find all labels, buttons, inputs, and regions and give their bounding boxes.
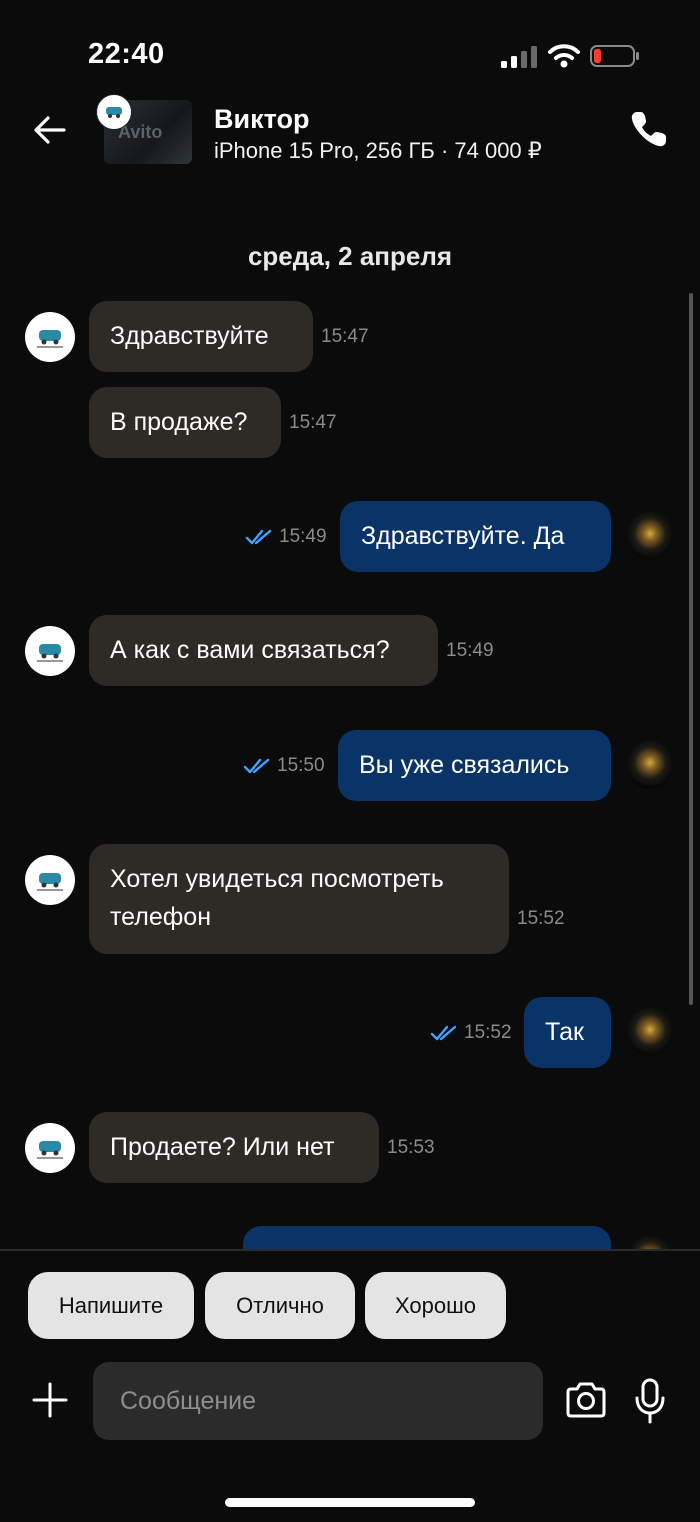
attach-plus-icon[interactable] bbox=[30, 1380, 70, 1420]
message-time: 15:52 bbox=[517, 908, 565, 929]
double-check-read-icon bbox=[430, 1025, 457, 1041]
double-check-read-icon bbox=[243, 758, 270, 774]
battery-icon bbox=[590, 45, 639, 67]
message-bubble[interactable]: А как с вами связаться? bbox=[89, 615, 438, 686]
cellular-signal-icon bbox=[501, 46, 537, 68]
sender-avatar[interactable] bbox=[25, 312, 75, 362]
message-text-line: Хотел увидеться посмотреть bbox=[110, 865, 444, 893]
car-logo-icon bbox=[106, 107, 122, 118]
contact-avatar[interactable] bbox=[96, 94, 132, 130]
my-avatar[interactable] bbox=[626, 512, 674, 560]
status-bar: 22:40 bbox=[0, 0, 700, 90]
chat-header: Avito Виктор iPhone 15 Pro, 256 ГБ · 74 … bbox=[0, 90, 700, 175]
double-check-read-icon bbox=[245, 529, 272, 545]
phone-call-icon[interactable] bbox=[628, 108, 670, 150]
quick-reply-chip[interactable]: Хорошо bbox=[365, 1272, 506, 1339]
listing-title[interactable]: iPhone 15 Pro, 256 ГБ · 74 000 ₽ bbox=[214, 138, 542, 164]
home-indicator[interactable] bbox=[225, 1498, 475, 1507]
my-avatar[interactable] bbox=[626, 1236, 674, 1249]
contact-name[interactable]: Виктор bbox=[214, 104, 309, 135]
message-bubble[interactable]: В продаже? bbox=[89, 387, 281, 458]
sender-avatar[interactable] bbox=[25, 855, 75, 905]
car-logo-icon bbox=[37, 330, 63, 348]
back-arrow-icon[interactable] bbox=[30, 110, 70, 150]
message-time: 15:47 bbox=[289, 412, 337, 433]
quick-reply-chip[interactable]: Напишите bbox=[28, 1272, 194, 1339]
message-text-line: телефон bbox=[110, 903, 212, 931]
car-logo-icon bbox=[37, 644, 63, 662]
message-time: 15:47 bbox=[321, 326, 369, 347]
car-logo-icon bbox=[37, 1141, 63, 1159]
my-avatar[interactable] bbox=[626, 1008, 674, 1056]
status-time: 22:40 bbox=[88, 38, 165, 70]
message-time: 15:49 bbox=[279, 526, 327, 547]
message-input[interactable] bbox=[93, 1362, 543, 1440]
message-time: 15:53 bbox=[387, 1137, 435, 1158]
message-bubble[interactable]: Здравствуйте. Да bbox=[340, 501, 611, 572]
camera-icon[interactable] bbox=[564, 1380, 608, 1420]
composer-divider bbox=[0, 1249, 700, 1251]
microphone-icon[interactable] bbox=[634, 1378, 666, 1424]
sender-avatar[interactable] bbox=[25, 626, 75, 676]
my-avatar[interactable] bbox=[626, 741, 674, 789]
date-separator: среда, 2 апреля bbox=[247, 241, 453, 271]
message-bubble[interactable]: Продаете? Или нет bbox=[89, 1112, 379, 1183]
message-bubble[interactable]: Здравствуйте bbox=[89, 301, 313, 372]
message-bubble[interactable] bbox=[243, 1226, 611, 1249]
wifi-icon bbox=[548, 44, 580, 68]
message-bubble[interactable]: Так bbox=[524, 997, 611, 1068]
message-bubble[interactable]: Вы уже связались bbox=[338, 730, 611, 801]
message-time: 15:52 bbox=[464, 1022, 512, 1043]
message-time: 15:50 bbox=[277, 755, 325, 776]
quick-reply-chip[interactable]: Отлично bbox=[205, 1272, 355, 1339]
message-time: 15:49 bbox=[446, 640, 494, 661]
message-bubble[interactable]: Хотел увидеться посмотреть телефон bbox=[89, 844, 509, 954]
car-logo-icon bbox=[37, 873, 63, 891]
chat-history[interactable]: среда, 2 апреля Здравствуйте 15:47 В про… bbox=[0, 175, 700, 1249]
chat-scrollbar[interactable] bbox=[689, 293, 693, 1005]
sender-avatar[interactable] bbox=[25, 1123, 75, 1173]
